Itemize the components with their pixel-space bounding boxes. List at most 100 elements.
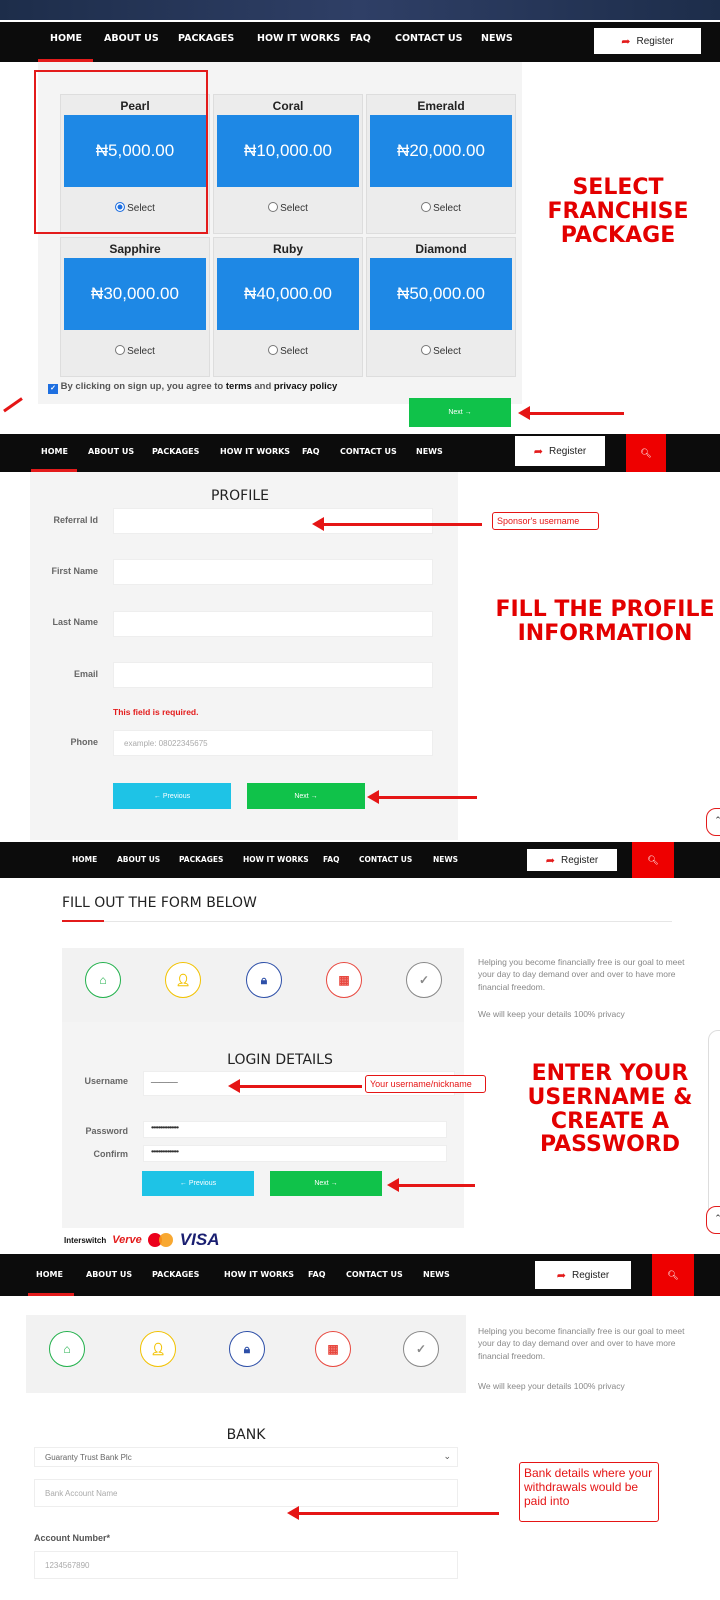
package-card-emerald[interactable]: Emerald ₦20,000.00 Select xyxy=(366,94,516,234)
account-number-input[interactable]: 1234567890 xyxy=(34,1551,458,1579)
grid-icon: ▦ xyxy=(338,973,350,987)
step-user: 👤︎ xyxy=(140,1331,176,1367)
step-lock: 🔒︎ xyxy=(246,962,282,998)
share-arrow-icon: ➦ xyxy=(621,35,631,48)
nav-home[interactable]: HOME xyxy=(50,33,82,44)
step-lock: 🔒︎ xyxy=(229,1331,265,1367)
profile-previous-button[interactable]: ← Previous xyxy=(113,783,231,809)
step-check: ✓ xyxy=(406,962,442,998)
side-privacy-text: We will keep your details 100% privacy xyxy=(478,1381,625,1391)
search-button[interactable]: 🔍︎ xyxy=(626,434,666,472)
user-icon: 👤︎ xyxy=(150,1342,166,1356)
step-home: ⌂ xyxy=(49,1331,85,1367)
search-icon: 🔍︎ xyxy=(667,1269,679,1280)
nav-home[interactable]: HOME xyxy=(41,447,68,456)
register-label: Register xyxy=(571,1269,610,1281)
annotation-arrow xyxy=(367,790,477,804)
nav-about-us[interactable]: ABOUT US xyxy=(104,33,159,44)
first-name-input[interactable] xyxy=(113,559,433,585)
annotation-arrow xyxy=(518,406,624,420)
username-callout: Your username/nickname xyxy=(365,1075,486,1093)
step-home: ⌂ xyxy=(85,962,121,998)
nav-contact-us[interactable]: CONTACT US xyxy=(340,447,397,456)
nav-faq[interactable]: FAQ xyxy=(308,1270,326,1279)
referral-input[interactable] xyxy=(113,508,433,534)
register-button[interactable]: ➦ Register xyxy=(594,28,701,54)
terms-link[interactable]: terms xyxy=(226,381,252,392)
password-label: Password xyxy=(85,1126,128,1136)
agree-checkbox[interactable]: ✓ xyxy=(48,384,58,394)
grid-icon: ▦ xyxy=(327,1342,339,1356)
nav-about-us[interactable]: ABOUT US xyxy=(88,447,134,456)
annotation-arrow xyxy=(287,1506,499,1520)
nav-news[interactable]: NEWS xyxy=(481,33,513,44)
nav-packages[interactable]: PACKAGES xyxy=(152,447,199,456)
register-button[interactable]: ➦ Register xyxy=(527,849,617,871)
chevron-down-icon: ⌄ xyxy=(443,1451,451,1461)
package-select-radio[interactable]: Select xyxy=(214,202,362,214)
password-value: ••••••••••••••• xyxy=(151,1123,179,1132)
register-label: Register xyxy=(548,445,587,457)
nav-contact-us[interactable]: CONTACT US xyxy=(359,855,412,864)
packages-next-button[interactable]: Next → xyxy=(409,398,511,427)
scroll-top-icon[interactable]: ⌃ xyxy=(706,1206,720,1234)
package-card-ruby[interactable]: Ruby ₦40,000.00 Select xyxy=(213,237,363,377)
nav-packages[interactable]: PACKAGES xyxy=(152,1270,199,1279)
nav-packages[interactable]: PACKAGES xyxy=(178,33,234,44)
package-select-radio[interactable]: Select xyxy=(61,345,209,357)
package-select-radio[interactable]: Select xyxy=(367,202,515,214)
nav-news[interactable]: NEWS xyxy=(433,855,458,864)
nav-faq[interactable]: FAQ xyxy=(323,855,339,864)
package-card-sapphire[interactable]: Sapphire ₦30,000.00 Select xyxy=(60,237,210,377)
package-select-radio[interactable]: Select xyxy=(214,345,362,357)
login-details-title: LOGIN DETAILS xyxy=(227,1052,333,1068)
side-privacy-text: We will keep your details 100% privacy xyxy=(478,1009,625,1019)
share-arrow-icon: ➦ xyxy=(545,854,555,867)
nav-contact-us[interactable]: CONTACT US xyxy=(395,33,462,44)
register-button[interactable]: ➦ Register xyxy=(535,1261,631,1289)
nav-home[interactable]: HOME xyxy=(36,1270,63,1279)
search-button[interactable]: 🔍︎ xyxy=(652,1254,694,1296)
register-button[interactable]: ➦ Register xyxy=(515,436,605,466)
radio-icon xyxy=(421,202,432,212)
nav-how-it-works[interactable]: HOW IT WORKS xyxy=(257,33,340,44)
password-input[interactable] xyxy=(143,1121,447,1138)
bank-select[interactable]: Guaranty Trust Bank Plc ⌄ xyxy=(34,1447,458,1467)
package-price: ₦20,000.00 xyxy=(370,115,512,187)
last-name-input[interactable] xyxy=(113,611,433,637)
first-name-label: First Name xyxy=(51,566,98,576)
radio-icon xyxy=(268,202,279,212)
login-next-button[interactable]: Next → xyxy=(270,1171,382,1196)
username-label: Username xyxy=(84,1076,128,1086)
package-card-diamond[interactable]: Diamond ₦50,000.00 Select xyxy=(366,237,516,377)
nav-about-us[interactable]: ABOUT US xyxy=(117,855,160,864)
search-button[interactable]: 🔍︎ xyxy=(632,842,674,878)
bank-details-callout: Bank details where your withdrawals woul… xyxy=(519,1462,659,1522)
form-heading-underline xyxy=(62,920,104,922)
phone-input[interactable]: example: 08022345675 xyxy=(113,730,433,756)
nav-about-us[interactable]: ABOUT US xyxy=(86,1270,132,1279)
account-number-label: Account Number* xyxy=(34,1533,111,1543)
scroll-top-icon[interactable]: ⌃ xyxy=(706,808,720,836)
nav-home[interactable]: HOME xyxy=(72,855,97,864)
package-select-radio[interactable]: Select xyxy=(367,345,515,357)
privacy-policy-link[interactable]: privacy policy xyxy=(274,381,337,392)
nav-news[interactable]: NEWS xyxy=(423,1270,450,1279)
profile-next-button[interactable]: Next → xyxy=(247,783,365,809)
bank-account-name-input[interactable]: Bank Account Name xyxy=(34,1479,458,1507)
nav-how-it-works[interactable]: HOW IT WORKS xyxy=(243,855,309,864)
email-input[interactable] xyxy=(113,662,433,688)
package-name: Ruby xyxy=(273,242,303,256)
nav-news[interactable]: NEWS xyxy=(416,447,443,456)
package-card-coral[interactable]: Coral ₦10,000.00 Select xyxy=(213,94,363,234)
side-mission-text: Helping you become financially free is o… xyxy=(478,957,685,992)
nav-how-it-works[interactable]: HOW IT WORKS xyxy=(224,1270,294,1279)
login-previous-button[interactable]: ← Previous xyxy=(142,1171,254,1196)
nav-contact-us[interactable]: CONTACT US xyxy=(346,1270,403,1279)
nav-how-it-works[interactable]: HOW IT WORKS xyxy=(220,447,290,456)
confirm-input[interactable] xyxy=(143,1145,447,1162)
form-heading-divider xyxy=(104,921,672,922)
nav-faq[interactable]: FAQ xyxy=(350,33,371,44)
nav-faq[interactable]: FAQ xyxy=(302,447,320,456)
nav-packages[interactable]: PACKAGES xyxy=(179,855,223,864)
